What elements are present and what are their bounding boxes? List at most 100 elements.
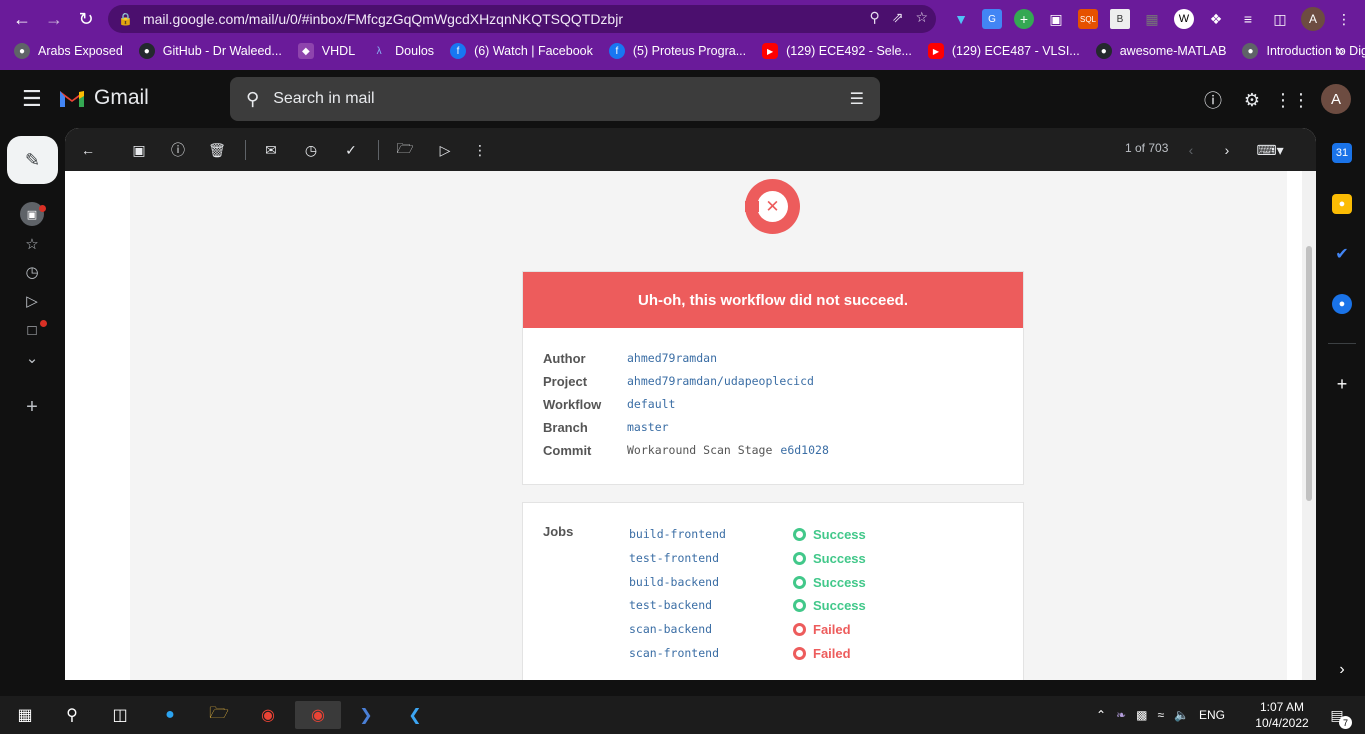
add-to-tasks-icon[interactable]: ✓ [341,140,361,160]
extension-image-icon[interactable]: ▣ [1046,9,1066,29]
move-to-folder-icon[interactable]: 🗁 [395,140,415,160]
job-link[interactable]: scan-backend [629,622,793,636]
extension-sql-icon[interactable]: SQL [1078,9,1098,29]
more-bookmarks-icon[interactable]: » [1337,43,1344,58]
newer-chevron-left-icon[interactable]: ‹ [1181,140,1201,160]
show-hidden-icons-chevron-icon[interactable]: ⌃ [1096,708,1106,722]
taskbar-search-icon[interactable]: ⚲ [57,701,87,729]
wifi-icon[interactable]: ≈ [1157,708,1164,722]
contacts-icon[interactable]: ● [1332,294,1352,314]
search-input[interactable]: Search in mail [273,90,374,108]
extension-plus-icon[interactable]: + [1014,9,1034,29]
snoozed-clock-icon[interactable]: ◷ [20,260,44,284]
commit-hash-link[interactable]: e6d1028 [780,443,828,457]
side-panel-icon[interactable]: ◫ [1270,9,1290,29]
volume-icon[interactable]: 🔈 [1174,708,1189,722]
bookmark-item[interactable]: f (6) Watch | Facebook [450,43,593,59]
settings-gear-icon[interactable]: ⚙ [1240,88,1264,112]
reload-icon[interactable]: ↻ [71,4,101,34]
back-to-inbox-icon[interactable]: ← [78,140,98,160]
sent-icon[interactable]: ▷ [20,289,44,313]
author-link[interactable]: ahmed79ramdan [627,351,717,365]
extension-map-pin-icon[interactable]: ▼ [951,9,971,29]
powershell-icon[interactable]: ❯ [351,701,381,729]
job-link[interactable]: test-frontend [629,551,793,565]
url-text[interactable]: mail.google.com/mail/u/0/#inbox/FMfcgzGq… [143,11,623,27]
bookmark-item[interactable]: ●Introduction to Digi... [1242,43,1365,59]
job-status: Failed [793,622,851,637]
search-bar[interactable]: ⚲ Search in mail ☰ [230,77,880,121]
show-side-panel-chevron-icon[interactable]: › [1332,660,1352,680]
calendar-icon[interactable]: 31 [1332,143,1352,163]
gmail-logo[interactable]: Gmail [58,86,149,110]
archive-icon[interactable]: ▣ [129,140,149,160]
search-icon[interactable]: ⚲ [246,89,259,110]
edge-browser-icon[interactable]: ● [155,701,185,729]
older-chevron-right-icon[interactable]: › [1217,140,1237,160]
system-clock[interactable]: 1:07 AM 10/4/2022 [1252,699,1312,731]
extension-b-icon[interactable]: B [1110,9,1130,29]
media-queue-icon[interactable]: ≡ [1238,9,1258,29]
address-bar[interactable]: 🔒 mail.google.com/mail/u/0/#inbox/FMfcgz… [108,5,936,33]
vscode-icon[interactable]: ❮ [400,701,430,729]
feather-app-icon[interactable]: ❧ [1116,708,1126,722]
bookmark-item[interactable]: λ Doulos [371,43,434,59]
meta-row-author: Author ahmed79ramdan [543,348,717,368]
bookmark-item[interactable]: ▶ (129) ECE492 - Sele... [762,43,912,59]
chrome-icon[interactable]: ◉ [253,701,283,729]
extension-translate-icon[interactable]: G [982,9,1002,29]
branch-link[interactable]: master [627,420,669,434]
extension-w-icon[interactable]: W [1174,9,1194,29]
chrome-profile-icon[interactable]: ◉ [295,701,341,729]
more-options-icon[interactable]: ⋮ [470,140,490,160]
input-method-icon[interactable]: ▩ [1136,708,1147,722]
bookmark-item[interactable]: ◆ VHDL [297,43,355,59]
search-options-icon[interactable]: ☰ [850,89,864,109]
bookmark-item[interactable]: ● GitHub - Dr Waleed... [138,43,282,59]
keep-icon[interactable]: ● [1332,194,1352,214]
file-explorer-icon[interactable]: 🗁 [204,701,234,729]
label-tag-icon[interactable]: ▷ [435,140,455,160]
mark-unread-mail-icon[interactable]: ✉ [261,140,281,160]
forward-icon[interactable]: → [39,4,69,34]
share-icon[interactable]: ⇗ [892,9,904,26]
pencil-icon: ✎ [24,149,41,170]
input-tools-keyboard-icon[interactable]: ⌨▾ [1253,140,1287,160]
workflow-link[interactable]: default [627,397,675,411]
bookmark-item[interactable]: ▶ (129) ECE487 - VLSI... [927,43,1080,59]
report-spam-icon[interactable]: ⓘ [168,140,188,160]
apps-grid-icon[interactable]: ⋮⋮ [1274,88,1310,112]
zoom-icon[interactable]: ⚲ [869,9,879,26]
back-icon[interactable]: ← [7,4,37,34]
snooze-clock-icon[interactable]: ◷ [301,140,321,160]
job-link[interactable]: build-frontend [629,527,793,541]
scrollbar-thumb[interactable] [1306,246,1312,501]
bookmark-item[interactable]: f (5) Proteus Progra... [608,43,746,59]
job-link[interactable]: build-backend [629,575,793,589]
job-link[interactable]: test-backend [629,598,793,612]
delete-trash-icon[interactable]: 🗑 [207,140,227,160]
help-icon[interactable]: ⓘ [1201,88,1225,112]
message-scrollbar[interactable] [1302,171,1316,680]
get-addons-plus-icon[interactable]: + [1332,374,1352,394]
more-chevron-down-icon[interactable]: ⌄ [20,346,44,370]
task-view-icon[interactable]: ◫ [105,701,135,729]
add-label-plus-icon[interactable]: + [20,395,44,419]
starred-icon[interactable]: ☆ [20,232,44,256]
bookmark-item[interactable]: ● awesome-MATLAB [1095,43,1226,59]
extension-grid-icon[interactable]: ▦ [1142,9,1162,29]
windows-start-icon[interactable]: ▦ [10,701,40,729]
bookmark-star-icon[interactable]: ☆ [915,9,928,26]
project-link[interactable]: ahmed79ramdan/udapeoplecicd [627,374,814,388]
job-link[interactable]: scan-frontend [629,646,793,660]
compose-button[interactable]: ✎ [7,136,58,184]
main-menu-icon[interactable]: ☰ [22,88,42,110]
tasks-icon[interactable]: ✔ [1332,244,1352,264]
extensions-puzzle-icon[interactable]: ❖ [1206,9,1226,29]
bookmark-item[interactable]: ● Arabs Exposed [14,43,123,59]
chrome-menu-icon[interactable]: ⋮ [1334,9,1354,29]
success-status-icon [793,598,806,612]
language-indicator[interactable]: ENG [1199,708,1225,722]
profile-avatar[interactable]: A [1301,7,1325,31]
account-avatar[interactable]: A [1321,84,1351,114]
